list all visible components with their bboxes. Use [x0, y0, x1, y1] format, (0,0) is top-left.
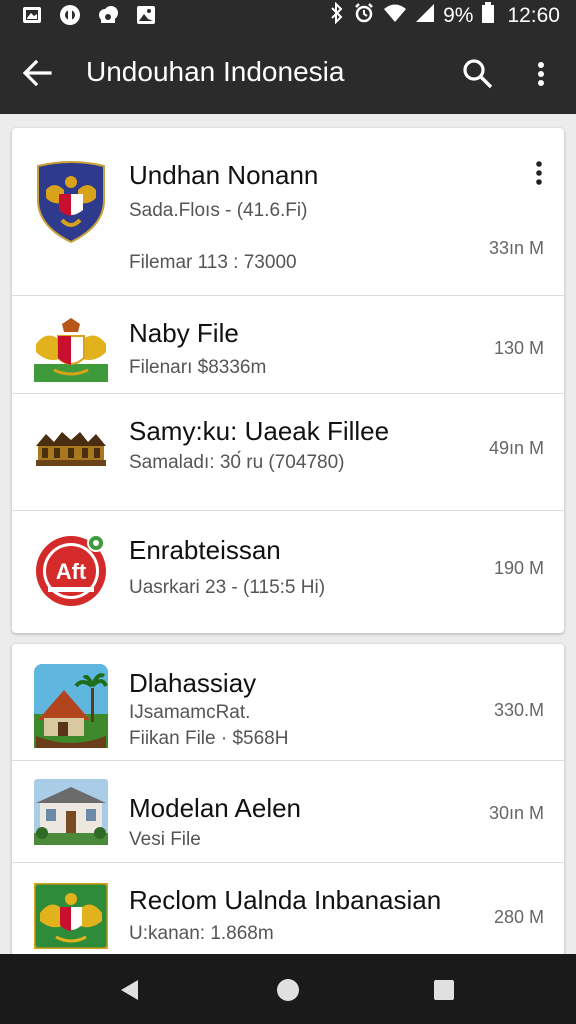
file-name: Reclom Ualnda Inbanasian [129, 885, 442, 915]
bluetooth-icon [329, 1, 345, 30]
file-row[interactable]: Samy:ku: Uaeak Fillee Samaladı: 30́ ru (… [12, 394, 564, 511]
file-size: 330.M [493, 700, 544, 720]
beach-house-icon [34, 664, 108, 748]
file-meta: Filenarı $8336m [129, 357, 267, 378]
file-row[interactable]: Reclom Ualnda Inbanasian U:kanan: 1.868m… [12, 863, 564, 956]
file-row[interactable]: Aft Enrabteissan Uasrkari 23 - (115:5 Hi… [12, 511, 564, 633]
search-icon[interactable] [460, 56, 496, 92]
file-meta: U:kanan: 1.868m [129, 923, 274, 944]
battery-icon [481, 2, 495, 30]
file-meta: Uasrkari 23 - (115:5 Hi) [129, 577, 326, 598]
file-meta: Samaladı: 30́ ru (704780) [129, 452, 345, 473]
nav-home-icon[interactable] [276, 978, 300, 1002]
file-row[interactable]: Undhan Nonann Sada.Floıs - (41.6.Fi) Fil… [12, 128, 564, 296]
file-name: Naby File [129, 318, 239, 348]
file-size: 280 M [493, 907, 544, 927]
wifi-icon [383, 3, 407, 29]
file-size: 130 M [493, 338, 544, 358]
file-card-secondary: Dlahassiay IJsamamcRat. Fiikan File · $5… [12, 644, 564, 956]
signal-icon [415, 3, 435, 29]
file-size: 33ın M [488, 238, 544, 258]
file-meta: IJsamamcRat. [129, 702, 251, 723]
garuda-emblem-icon [34, 318, 108, 382]
circle-app-icon [58, 3, 82, 27]
cloud-icon [96, 3, 120, 27]
file-row[interactable]: Dlahassiay IJsamamcRat. Fiikan File · $5… [12, 644, 564, 761]
status-bar: 9% 12:60 [0, 0, 576, 30]
file-name: Modelan Aelen [129, 793, 302, 823]
file-row[interactable]: Modelan Aelen Vesi File 30ın M [12, 761, 564, 863]
garuda-green-icon [32, 881, 110, 951]
system-nav-bar [0, 954, 576, 1024]
alarm-icon [353, 2, 375, 30]
garuda-shield-icon [34, 160, 108, 244]
house-photo-icon [34, 779, 108, 845]
clock: 12:60 [507, 4, 560, 27]
aft-badge-icon: Aft [34, 533, 108, 609]
file-detail: Fiikan File · $568H [129, 728, 289, 749]
file-size: 30ın M [488, 803, 544, 823]
file-size: 49ın M [488, 438, 544, 458]
file-meta: Vesi File [129, 829, 201, 850]
app-bar: Undouhan Indonesia [0, 30, 576, 114]
page-title: Undouhan Indonesia [86, 56, 345, 87]
battery-text: 9% [443, 4, 474, 27]
back-arrow-icon[interactable] [20, 56, 56, 90]
file-name: Dlahassiay [129, 668, 257, 698]
file-row[interactable]: Naby File Filenarı $8336m 130 M [12, 296, 564, 394]
file-card-primary: Undhan Nonann Sada.Floıs - (41.6.Fi) Fil… [12, 128, 564, 633]
photo-icon [134, 3, 158, 27]
row-more-vert-icon[interactable] [528, 158, 550, 188]
file-name: Enrabteissan [129, 535, 281, 565]
gallery-icon [20, 3, 44, 27]
file-name: Undhan Nonann [129, 160, 319, 190]
file-name: Samy:ku: Uaeak Fillee [129, 416, 390, 446]
nav-back-icon[interactable] [118, 978, 142, 1002]
file-meta: Sada.Floıs - (41.6.Fi) [129, 200, 308, 221]
nav-recents-icon[interactable] [434, 980, 454, 1000]
file-detail: Filemar 113 : 73000 [129, 252, 297, 273]
traditional-house-icon [34, 428, 108, 468]
aft-badge-text: Aft [56, 559, 87, 584]
file-size: 190 M [493, 558, 544, 578]
more-vert-icon[interactable] [526, 56, 556, 92]
